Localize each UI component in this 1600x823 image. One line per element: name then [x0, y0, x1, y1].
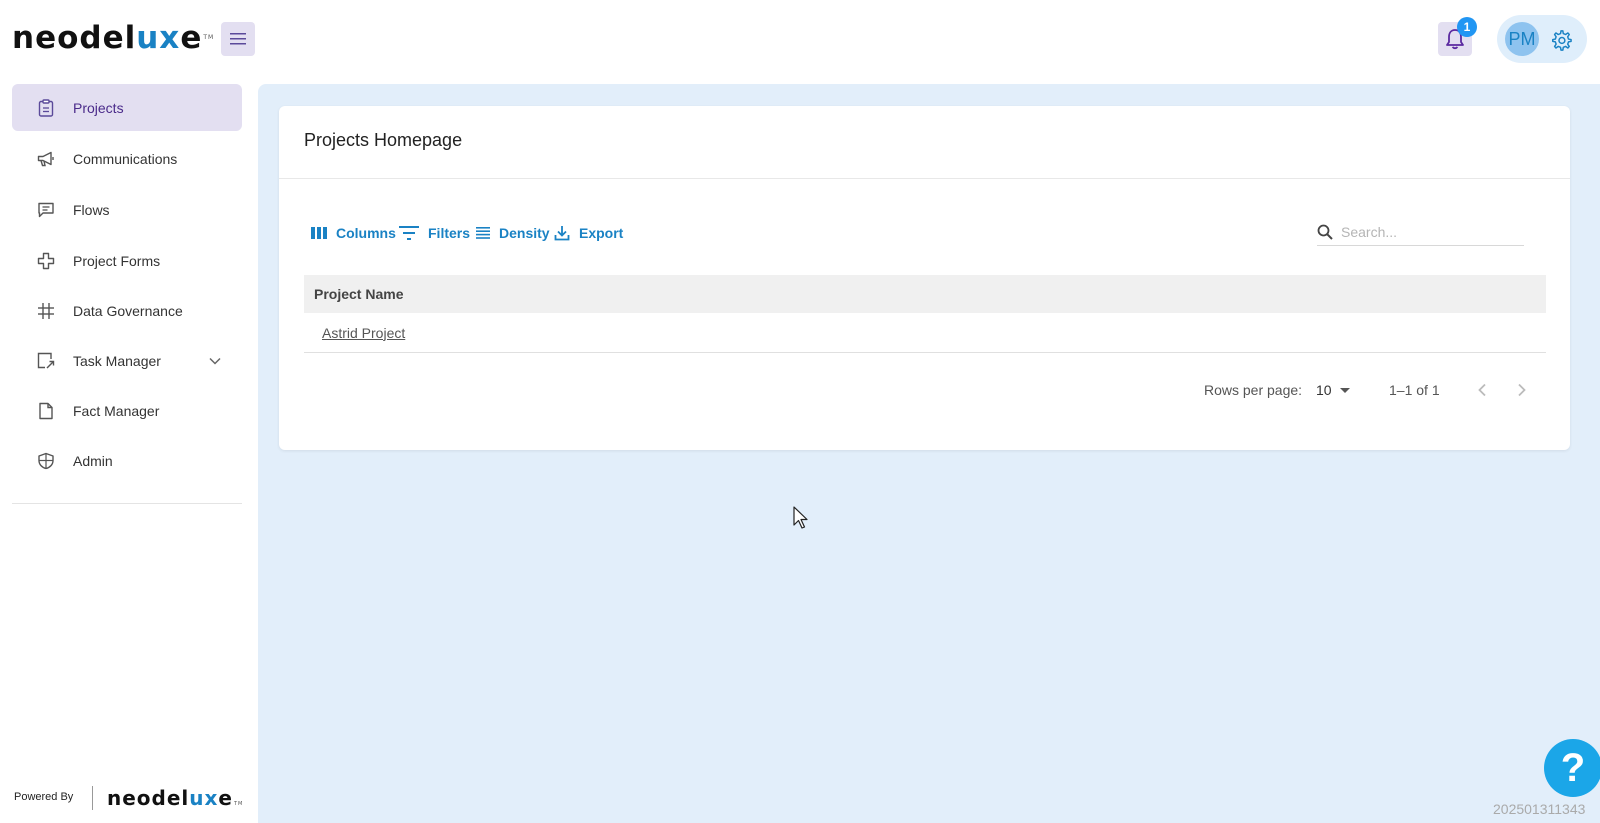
- top-header: neodeluxeTM 1 PM: [0, 0, 1600, 80]
- density-icon: [476, 227, 490, 239]
- filter-icon: [399, 226, 419, 240]
- powered-by-divider: [92, 786, 93, 810]
- columns-label: Columns: [336, 225, 396, 241]
- sidebar-item-label: Data Governance: [73, 302, 183, 319]
- pagination-range: 1–1 of 1: [1389, 382, 1440, 398]
- card-divider: [279, 178, 1570, 179]
- sidebar-item-flows[interactable]: Flows: [12, 186, 242, 233]
- chevron-left-icon: [1478, 383, 1486, 397]
- powered-by-label: Powered By: [14, 791, 74, 803]
- table-header: Project Name: [304, 275, 1546, 313]
- rows-per-page-select[interactable]: 10: [1316, 379, 1354, 401]
- project-link[interactable]: Astrid Project: [322, 325, 405, 341]
- sidebar-item-admin[interactable]: Admin: [12, 437, 242, 484]
- download-icon: [554, 226, 570, 241]
- question-mark-icon: ?: [1560, 745, 1586, 790]
- document-icon: [36, 401, 56, 421]
- menu-toggle-button[interactable]: [221, 22, 255, 56]
- footer-neodeluxe-logo: neodeluxeTM: [107, 786, 244, 810]
- sidebar-item-label: Projects: [73, 99, 124, 116]
- puzzle-icon: [36, 251, 56, 271]
- settings-button[interactable]: [1547, 26, 1575, 54]
- avatar[interactable]: PM: [1505, 22, 1539, 56]
- search-field[interactable]: [1317, 218, 1524, 246]
- notification-badge: 1: [1457, 17, 1477, 37]
- grid-network-icon: [36, 301, 56, 321]
- build-id: 202501311343: [1493, 801, 1586, 817]
- page-title: Projects Homepage: [304, 130, 463, 150]
- mouse-cursor-icon: [793, 506, 808, 529]
- neodeluxe-logo: neodeluxeTM: [12, 20, 215, 56]
- density-label: Density: [499, 225, 550, 241]
- density-button[interactable]: Density: [476, 222, 550, 244]
- caret-down-icon: [1339, 387, 1350, 393]
- column-header-project-name[interactable]: Project Name: [314, 286, 403, 302]
- filters-button[interactable]: Filters: [399, 222, 470, 244]
- sidebar-item-data-governance[interactable]: Data Governance: [12, 287, 242, 334]
- sidebar-item-label: Fact Manager: [73, 402, 160, 419]
- search-input[interactable]: [1341, 223, 1511, 240]
- search-icon: [1317, 224, 1333, 240]
- chat-icon: [36, 200, 56, 220]
- sidebar-item-project-forms[interactable]: Project Forms: [12, 237, 242, 284]
- export-label: Export: [579, 225, 624, 241]
- sidebar-item-label: Flows: [73, 201, 110, 218]
- clipboard-icon: [36, 98, 56, 118]
- previous-page-button[interactable]: [1470, 378, 1494, 402]
- sidebar-item-label: Admin: [73, 452, 113, 469]
- task-share-icon: [36, 351, 56, 371]
- sidebar-item-task-manager[interactable]: Task Manager: [12, 337, 242, 384]
- sidebar-item-label: Project Forms: [73, 252, 161, 269]
- hamburger-icon: [230, 33, 246, 45]
- table-row: Astrid Project: [304, 313, 1546, 353]
- gear-icon: [1552, 30, 1572, 51]
- rows-per-page-label: Rows per page:: [1204, 382, 1303, 398]
- sidebar-item-fact-manager[interactable]: Fact Manager: [12, 387, 242, 434]
- sidebar: Projects Communications Flows Project Fo…: [0, 80, 258, 823]
- sidebar-item-label: Communications: [73, 150, 178, 167]
- shield-icon: [36, 451, 56, 471]
- sidebar-item-projects[interactable]: Projects: [12, 84, 242, 131]
- filters-label: Filters: [428, 225, 471, 241]
- columns-icon: [311, 227, 327, 239]
- sidebar-divider: [12, 503, 242, 504]
- chevron-right-icon: [1518, 383, 1526, 397]
- export-button[interactable]: Export: [554, 222, 623, 244]
- columns-button[interactable]: Columns: [311, 222, 396, 244]
- chevron-down-icon: [209, 357, 221, 365]
- sidebar-item-label: Task Manager: [73, 352, 161, 369]
- sidebar-item-communications[interactable]: Communications: [12, 135, 242, 182]
- megaphone-icon: [36, 149, 56, 169]
- next-page-button[interactable]: [1510, 378, 1534, 402]
- help-button[interactable]: ?: [1544, 739, 1600, 797]
- rows-per-page-value: 10: [1316, 382, 1332, 398]
